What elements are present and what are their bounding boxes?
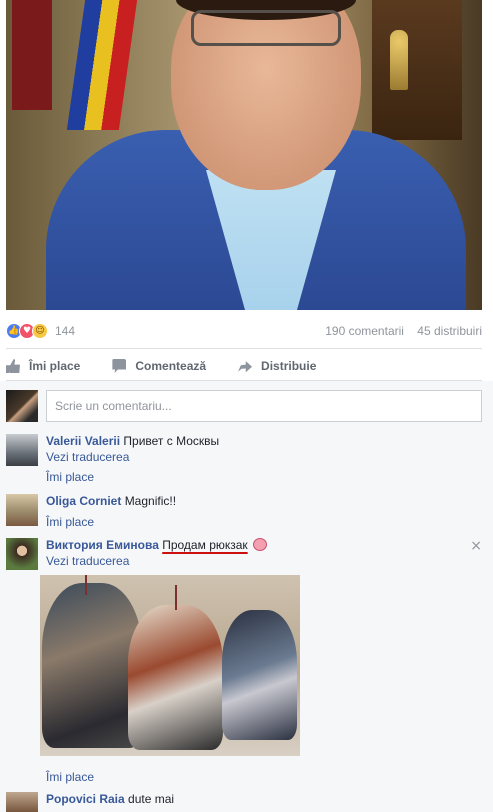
comment-text: Продам рюкзак xyxy=(162,538,248,552)
share-icon xyxy=(238,361,253,373)
comment-item: Oliga Corniet Magnific!! Îmi place xyxy=(6,494,482,530)
pig-face-icon xyxy=(253,538,268,551)
comment-like-link[interactable]: Îmi place xyxy=(46,469,466,485)
bag-cord xyxy=(175,585,177,610)
comment-like-link[interactable]: Îmi place xyxy=(46,514,466,530)
comment-input[interactable]: Scrie un comentariu... xyxy=(46,390,482,422)
background-shelf xyxy=(372,0,462,140)
commenter-name[interactable]: Popovici Raia xyxy=(46,792,125,806)
background-flag xyxy=(66,0,138,130)
backpack-image xyxy=(42,583,142,748)
haha-icon: ☺ xyxy=(32,323,48,339)
reactions-bar: 👍 ♥ ☺ 144 190 comentarii 45 distribuiri xyxy=(6,318,482,344)
divider xyxy=(6,380,482,381)
comment-photo[interactable] xyxy=(40,575,300,756)
share-button-label: Distribuie xyxy=(261,359,317,373)
backpack-image xyxy=(128,605,223,750)
share-button[interactable]: Distribuie xyxy=(238,359,316,373)
comment-button[interactable]: Comentează xyxy=(112,359,206,373)
divider xyxy=(6,348,482,349)
reaction-icons[interactable]: 👍 ♥ ☺ xyxy=(6,323,48,339)
commenter-name[interactable]: Виктория Еминова xyxy=(46,538,159,552)
backpack-image xyxy=(222,610,297,740)
bag-cord xyxy=(85,575,87,595)
commenter-name[interactable]: Oliga Corniet xyxy=(46,494,121,508)
comment-icon xyxy=(112,359,127,373)
commenter-avatar[interactable] xyxy=(6,538,38,570)
reaction-count[interactable]: 144 xyxy=(55,324,75,338)
current-user-avatar[interactable] xyxy=(6,390,38,422)
close-icon[interactable]: × xyxy=(470,538,482,554)
trophy-image xyxy=(390,30,408,90)
comment-button-label: Comentează xyxy=(135,359,207,373)
commenter-avatar[interactable] xyxy=(6,792,38,812)
comment-text: Magnific!! xyxy=(124,494,177,508)
see-translation-link[interactable]: Vezi traducerea xyxy=(46,449,466,465)
comment-like-link[interactable]: Îmi place xyxy=(46,769,94,785)
like-button[interactable]: Îmi place xyxy=(6,359,80,373)
thumbs-up-icon xyxy=(6,359,20,373)
see-translation-link[interactable]: Vezi traducerea xyxy=(46,553,466,569)
shares-count-link[interactable]: 45 distribuiri xyxy=(417,324,482,338)
post-video[interactable] xyxy=(6,0,482,310)
speaker-glasses xyxy=(191,10,341,46)
background-flag-red xyxy=(12,0,52,110)
comment-item: Valerii Valerii Привет с Москвы Vezi tra… xyxy=(6,434,482,488)
commenter-avatar[interactable] xyxy=(6,494,38,526)
comments-count-link[interactable]: 190 comentarii xyxy=(325,324,404,338)
comment-item: Popovici Raia dute mai xyxy=(6,792,482,812)
comment-text: dute mai xyxy=(128,792,175,806)
commenter-avatar[interactable] xyxy=(6,434,38,466)
post-stats: 190 comentarii 45 distribuiri xyxy=(315,324,482,338)
comment-text: Привет с Москвы xyxy=(123,434,220,448)
commenter-name[interactable]: Valerii Valerii xyxy=(46,434,120,448)
like-button-label: Îmi place xyxy=(29,359,81,373)
post-actions: Îmi place Comentează Distribuie xyxy=(6,352,482,380)
comment-composer: Scrie un comentariu... xyxy=(6,390,482,422)
